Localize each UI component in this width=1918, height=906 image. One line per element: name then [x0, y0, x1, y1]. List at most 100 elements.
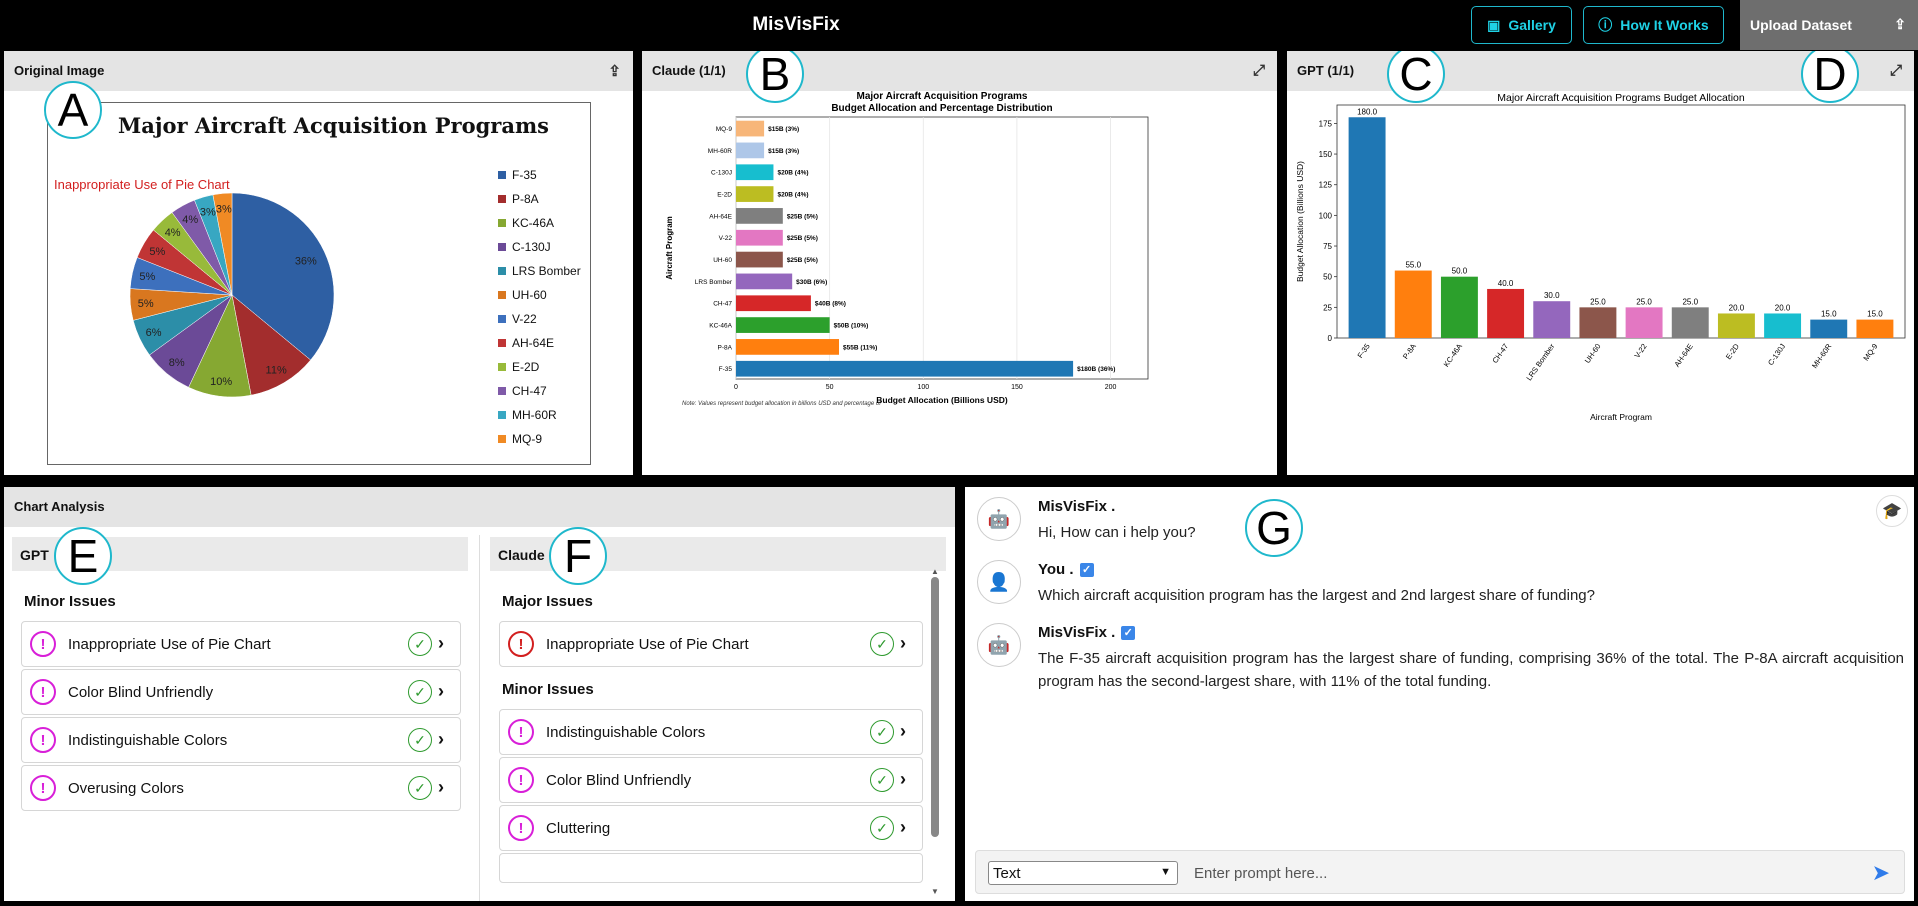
pie-slice-label: 3% [216, 204, 232, 216]
legend-item: MH-60R [498, 403, 581, 427]
panel-title: Original Image [14, 63, 105, 78]
check-circle-icon[interactable]: ✓ [870, 632, 894, 656]
y-tick-label: C-130J [711, 170, 732, 177]
pie-slice-label: 36% [295, 255, 317, 267]
alert-icon: ! [508, 767, 534, 793]
legend-item: AH-64E [498, 331, 581, 355]
issue-item[interactable]: ! Overusing Colors ✓ › [21, 765, 461, 811]
data-label: 15.0 [1821, 310, 1837, 319]
bar [1394, 270, 1432, 338]
check-circle-icon[interactable]: ✓ [408, 632, 432, 656]
pie-slice-label: 5% [139, 271, 155, 283]
chevron-right-icon[interactable]: › [438, 777, 444, 798]
issue-label: Overusing Colors [68, 779, 184, 797]
issue-item[interactable]: ! Indistinguishable Colors ✓ › [499, 709, 923, 755]
legend-label: MQ-9 [512, 432, 542, 446]
mode-select[interactable]: Text ▼ [988, 861, 1178, 885]
pie-slice-label: 6% [146, 327, 162, 339]
legend-item: MQ-9 [498, 427, 581, 451]
chevron-right-icon[interactable]: › [900, 817, 906, 838]
scroll-down-icon[interactable]: ▼ [931, 887, 939, 896]
expand-icon[interactable]: ⤢ [1253, 62, 1265, 79]
issue-item[interactable]: ! Cluttering ✓ › [499, 805, 923, 851]
issue-item[interactable]: ! Inappropriate Use of Pie Chart ✓ › [21, 621, 461, 667]
bar [1579, 307, 1617, 338]
bar [736, 120, 765, 137]
upload-dataset-button[interactable]: Upload Dataset ⇪ [1740, 0, 1918, 50]
issue-label: Indistinguishable Colors [546, 723, 706, 741]
prompt-input[interactable] [1188, 859, 1848, 887]
gallery-button[interactable]: ▣ Gallery [1471, 6, 1572, 44]
y-tick-label: 0 [1328, 334, 1333, 343]
data-label: $25B (5%) [787, 257, 818, 264]
data-label: 15.0 [1867, 310, 1883, 319]
scrollbar[interactable] [931, 577, 939, 837]
check-circle-icon[interactable]: ✓ [870, 720, 894, 744]
pie-slice-label: 5% [149, 246, 165, 258]
original-image-panel: Original Image ⇪ Major Aircraft Acquisit… [4, 51, 633, 475]
check-circle-icon[interactable]: ✓ [408, 776, 432, 800]
issue-item[interactable]: ! Color Blind Unfriendly ✓ › [21, 669, 461, 715]
expand-icon[interactable]: ⤢ [1890, 62, 1902, 79]
bot-avatar-icon: 🤖 [977, 623, 1021, 667]
bar [736, 164, 774, 181]
x-tick-label: 0 [734, 384, 738, 391]
bar [1533, 301, 1571, 338]
issue-label: Indistinguishable Colors [68, 731, 228, 749]
scroll-up-icon[interactable]: ▲ [931, 567, 939, 576]
data-label: 25.0 [1590, 297, 1606, 306]
chevron-right-icon[interactable]: › [438, 633, 444, 654]
marker-g: G [1245, 499, 1303, 557]
check-icon: ✓ [1121, 626, 1136, 641]
check-circle-icon[interactable]: ✓ [870, 768, 894, 792]
how-it-works-button[interactable]: ⓘ How It Works [1583, 6, 1724, 44]
issue-item[interactable]: ! Inappropriate Use of Pie Chart ✓ › [499, 621, 923, 667]
check-circle-icon[interactable]: ✓ [408, 680, 432, 704]
marker-f: F [549, 527, 607, 585]
issue-section-title: Minor Issues [502, 681, 594, 698]
y-tick-label: 150 [1319, 150, 1333, 159]
issue-label: Color Blind Unfriendly [68, 683, 214, 701]
send-icon[interactable]: ➤ [1872, 860, 1890, 886]
x-tick-label: 150 [1011, 384, 1023, 391]
data-label: $20B (4%) [777, 192, 808, 199]
graduation-cap-icon[interactable]: 🎓 [1876, 495, 1908, 527]
check-circle-icon[interactable]: ✓ [870, 816, 894, 840]
gallery-label: Gallery [1508, 17, 1556, 33]
chevron-right-icon[interactable]: › [438, 729, 444, 750]
data-label: 30.0 [1544, 291, 1560, 300]
legend-label: E-2D [512, 360, 540, 374]
chevron-right-icon[interactable]: › [900, 633, 906, 654]
y-tick-label: CH-47 [713, 301, 732, 308]
bar [1348, 117, 1386, 338]
share-icon[interactable]: ⇪ [608, 62, 621, 80]
y-tick-label: P-8A [718, 344, 733, 351]
issue-item[interactable] [499, 853, 923, 883]
chevron-right-icon[interactable]: › [900, 721, 906, 742]
y-tick-label: 50 [1323, 273, 1332, 282]
y-tick-label: UH-60 [713, 257, 732, 264]
y-axis-label: Budget Allocation (Billions USD) [1295, 161, 1305, 282]
x-tick-label: V-22 [1632, 342, 1648, 360]
column-divider [479, 535, 480, 901]
pie-slice-label: 4% [165, 227, 181, 239]
legend-label: C-130J [512, 240, 551, 254]
chat-panel: 🎓 🤖 MisVisFix . Hi, How can i help you? … [965, 487, 1914, 901]
legend-swatch [498, 411, 506, 419]
bar [1671, 307, 1709, 338]
x-tick-label: 50 [826, 384, 834, 391]
legend-swatch [498, 387, 506, 395]
app-title: MisVisFix [752, 14, 840, 35]
message-text: Which aircraft acquisition program has t… [1038, 587, 1595, 604]
chevron-right-icon[interactable]: › [438, 681, 444, 702]
chevron-right-icon[interactable]: › [900, 769, 906, 790]
panel-header: Claude (1/1) ⤢ [642, 51, 1277, 91]
alert-icon: ! [30, 631, 56, 657]
issue-item[interactable]: ! Color Blind Unfriendly ✓ › [499, 757, 923, 803]
y-tick-label: KC-46A [709, 323, 732, 330]
check-circle-icon[interactable]: ✓ [408, 728, 432, 752]
bot-avatar-icon: 🤖 [977, 497, 1021, 541]
y-tick-label: E-2D [717, 192, 732, 199]
issue-section-title: Minor Issues [24, 593, 116, 610]
issue-item[interactable]: ! Indistinguishable Colors ✓ › [21, 717, 461, 763]
